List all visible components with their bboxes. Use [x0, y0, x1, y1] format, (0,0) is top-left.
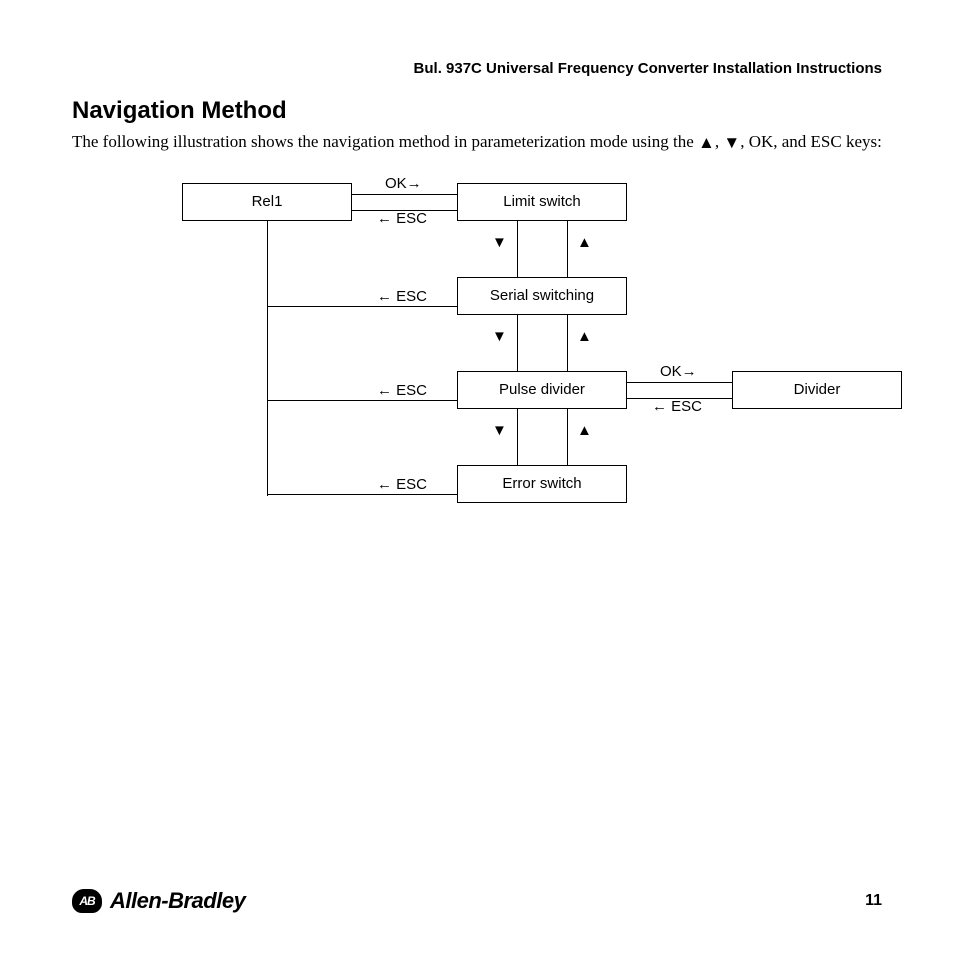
node-serial-switching-label: Serial switching — [490, 287, 594, 304]
line — [567, 221, 568, 277]
navigation-diagram: Rel1 Limit switch Serial switching Pulse… — [122, 175, 912, 575]
node-error-switch: Error switch — [457, 465, 627, 503]
node-limit-switch-label: Limit switch — [503, 193, 581, 210]
node-divider-label: Divider — [794, 381, 841, 398]
doc-header: Bul. 937C Universal Frequency Converter … — [72, 60, 882, 77]
label-esc: ← ESC — [652, 398, 702, 415]
line — [267, 221, 268, 496]
intro-text-3: , OK, and ESC keys: — [740, 132, 882, 151]
line — [517, 409, 518, 465]
line — [567, 409, 568, 465]
line — [517, 221, 518, 277]
node-limit-switch: Limit switch — [457, 183, 627, 221]
node-error-switch-label: Error switch — [502, 475, 581, 492]
brand-logo-icon: AB — [72, 889, 102, 913]
line — [567, 315, 568, 371]
node-rel1-label: Rel1 — [252, 193, 283, 210]
line — [267, 494, 457, 495]
page-number: 11 — [865, 892, 882, 910]
label-esc: ← ESC — [377, 288, 427, 305]
down-triangle-icon: ▼ — [492, 329, 507, 346]
line — [627, 382, 732, 383]
up-triangle-icon: ▲ — [577, 423, 592, 440]
label-esc: ← ESC — [377, 476, 427, 493]
label-esc: ← ESC — [377, 210, 427, 227]
brand-logo-text: AB — [79, 894, 94, 908]
page-footer: AB Allen-Bradley 11 — [72, 888, 882, 914]
line — [517, 315, 518, 371]
up-triangle-icon: ▲ — [577, 329, 592, 346]
section-heading: Navigation Method — [72, 97, 882, 125]
intro-text-1: The following illustration shows the nav… — [72, 132, 698, 151]
label-ok: OK→ — [660, 363, 697, 380]
up-triangle-icon: ▲ — [698, 132, 715, 155]
node-rel1: Rel1 — [182, 183, 352, 221]
node-pulse-divider-label: Pulse divider — [499, 381, 585, 398]
line — [352, 194, 457, 195]
up-triangle-icon: ▲ — [577, 235, 592, 252]
line — [267, 306, 457, 307]
node-pulse-divider: Pulse divider — [457, 371, 627, 409]
node-serial-switching: Serial switching — [457, 277, 627, 315]
line — [267, 400, 457, 401]
intro-text-2: , — [715, 132, 724, 151]
brand: AB Allen-Bradley — [72, 888, 245, 914]
label-ok: OK→ — [385, 175, 422, 192]
down-triangle-icon: ▼ — [723, 132, 740, 155]
label-esc: ← ESC — [377, 382, 427, 399]
intro-paragraph: The following illustration shows the nav… — [72, 131, 882, 155]
brand-name: Allen-Bradley — [110, 888, 245, 914]
down-triangle-icon: ▼ — [492, 423, 507, 440]
down-triangle-icon: ▼ — [492, 235, 507, 252]
node-divider: Divider — [732, 371, 902, 409]
